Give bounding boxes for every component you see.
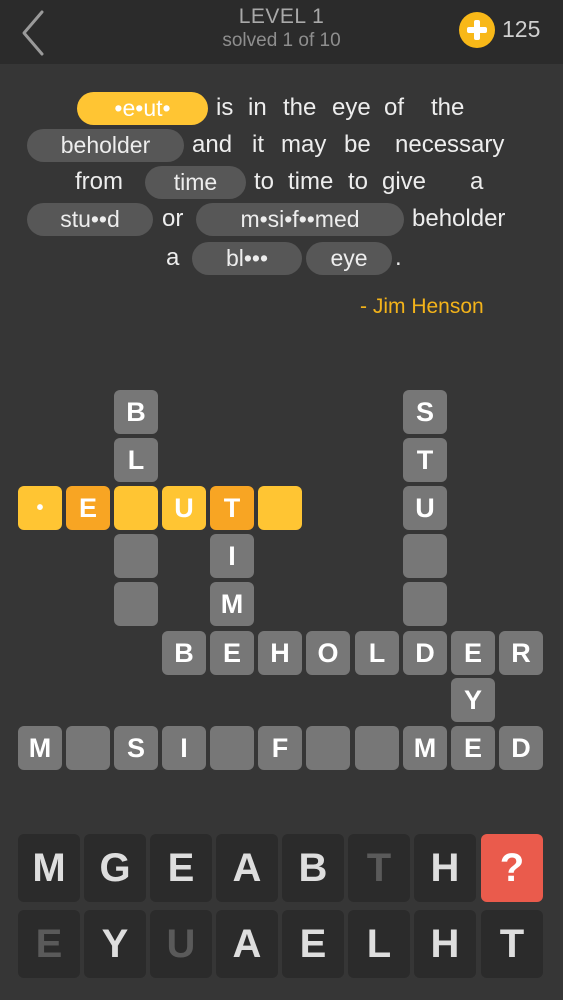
grid-cell[interactable] [403,582,447,626]
blank-black[interactable]: bl••• [192,242,302,275]
plus-circle-icon [467,20,487,40]
quote-word: a [166,244,180,271]
letter-key-m[interactable]: M [18,834,80,902]
quote-word: in [248,94,267,121]
grid-cell-selected[interactable] [258,486,302,530]
quote-word: and [192,131,233,158]
letter-key-a[interactable]: A [216,834,278,902]
letter-key-h[interactable]: H [414,834,476,902]
grid-cell[interactable]: E [451,631,495,675]
quote-word: the [431,94,465,121]
letter-key-h[interactable]: H [414,910,476,978]
grid-cell[interactable]: O [306,631,350,675]
letter-key-e[interactable]: E [150,834,212,902]
quote-word: a [470,168,484,195]
grid-cell[interactable]: R [499,631,543,675]
grid-cell[interactable]: S [403,390,447,434]
grid-cell-current[interactable]: E [66,486,110,530]
grid-cell[interactable] [66,726,110,770]
letter-key-e[interactable]: E [282,910,344,978]
grid-cell[interactable]: E [451,726,495,770]
grid-cell-selected[interactable]: U [162,486,206,530]
quote-word: necessary [395,131,505,158]
quote-word: from [75,168,123,195]
grid-cell-selected[interactable] [114,486,158,530]
coin-count: 125 [502,16,541,42]
quote-word: it [252,131,264,158]
blank-beauty[interactable]: •e•ut• [77,92,208,125]
grid-cell[interactable] [355,726,399,770]
grid-cell[interactable] [114,534,158,578]
grid-cell[interactable]: H [258,631,302,675]
grid-cell[interactable]: M [210,582,254,626]
blank-misinformed[interactable]: m•si•f••med [196,203,404,236]
grid-cell[interactable]: I [162,726,206,770]
grid-cell[interactable]: F [258,726,302,770]
quote-word: to [254,168,275,195]
quote-word: or [162,205,184,232]
grid-cell[interactable]: B [162,631,206,675]
grid-cell[interactable] [306,726,350,770]
grid-cell[interactable]: S [114,726,158,770]
grid-cell[interactable]: E [210,631,254,675]
grid-cell[interactable]: I [210,534,254,578]
quote-word: to [348,168,369,195]
hint-button[interactable]: ? [481,834,543,902]
letter-key-e-used[interactable]: E [18,910,80,978]
blank-beholder[interactable]: beholder [27,129,184,162]
letter-key-g[interactable]: G [84,834,146,902]
quote-word: be [344,131,371,158]
quote-punctuation: . [395,244,402,271]
letter-key-b[interactable]: B [282,834,344,902]
grid-cell[interactable]: D [499,726,543,770]
quote-word: may [281,131,327,158]
question-mark-icon: ? [499,846,525,890]
grid-cell[interactable]: L [355,631,399,675]
quote-word: is [216,94,234,121]
blank-stupid[interactable]: stu••d [27,203,153,236]
grid-cell[interactable]: M [403,726,447,770]
letter-key-a[interactable]: A [216,910,278,978]
letter-key-t-used[interactable]: T [348,834,410,902]
quote-word: the [283,94,317,121]
letter-key-t[interactable]: T [481,910,543,978]
quote-line-5: a bl••• eye . [0,240,563,276]
letter-key-l[interactable]: L [348,910,410,978]
letter-key-u-used[interactable]: U [150,910,212,978]
letter-key-y[interactable]: Y [84,910,146,978]
quote-line-3: from time to time to give a [0,164,563,200]
grid-cell[interactable]: U [403,486,447,530]
quote-word: beholder [412,205,506,232]
top-bar: LEVEL 1 solved 1 of 10 125 [0,0,563,64]
quote-word: eye [332,94,371,121]
quote-line-2: beholder and it may be necessary [0,127,563,163]
blank-time[interactable]: time [145,166,246,199]
blank-eye[interactable]: eye [306,242,392,275]
grid-cell-selected[interactable]: • [18,486,62,530]
quote-word: time [288,168,334,195]
grid-cell[interactable]: Y [451,678,495,722]
add-coins-button[interactable] [459,12,495,48]
grid-cell[interactable]: T [403,438,447,482]
quote-line-1: •e•ut• is in the eye of the [0,90,563,126]
quote-word: give [382,168,427,195]
grid-cell[interactable]: L [114,438,158,482]
grid-cell-current[interactable]: T [210,486,254,530]
grid-cell[interactable] [403,534,447,578]
grid-cell[interactable] [114,582,158,626]
grid-cell[interactable] [210,726,254,770]
grid-cell[interactable]: M [18,726,62,770]
quote-line-4: stu••d or m•si•f••med beholder [0,201,563,237]
grid-cell[interactable]: D [403,631,447,675]
quote-author: - Jim Henson [360,295,484,318]
grid-cell[interactable]: B [114,390,158,434]
quote-word: of [384,94,405,121]
